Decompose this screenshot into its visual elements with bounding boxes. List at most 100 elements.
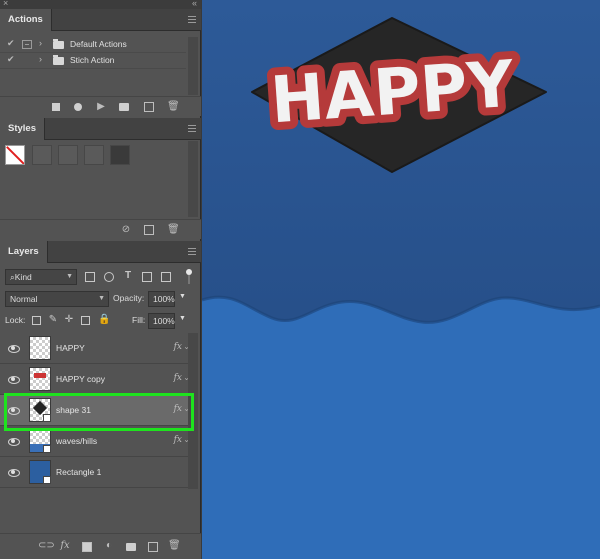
checkmark-icon[interactable]: ✔ xyxy=(7,54,15,65)
trash-icon[interactable]: 🗑 xyxy=(167,225,180,235)
action-set-label: Stich Action xyxy=(70,55,115,65)
visibility-eye-icon[interactable] xyxy=(7,342,20,354)
layer-thumbnail xyxy=(29,460,51,484)
collapse-icon[interactable]: « xyxy=(192,0,197,8)
link-icon[interactable]: ⊂⊃ xyxy=(38,541,55,551)
pixel-filter-icon[interactable] xyxy=(85,272,95,282)
hills-shape xyxy=(202,297,600,559)
dock-top-strip: × « xyxy=(0,0,201,9)
blend-row: Normal ▼ Opacity: 100% ▼ xyxy=(5,291,195,307)
fx-icon[interactable]: fx xyxy=(174,373,182,383)
tab-actions[interactable]: Actions xyxy=(0,9,52,31)
style-swatch[interactable] xyxy=(32,145,52,165)
filter-toggle[interactable] xyxy=(186,269,192,285)
tab-styles[interactable]: Styles xyxy=(0,118,45,140)
canvas-artwork: HAPPY HAPPY xyxy=(202,17,600,559)
actions-scrollbar[interactable] xyxy=(188,37,198,95)
styles-scrollbar[interactable] xyxy=(188,141,198,217)
expand-triangle-icon[interactable]: › xyxy=(39,38,42,48)
panel-menu-icon[interactable] xyxy=(188,16,196,24)
filter-kind-select[interactable]: ⌕Kind ▼ xyxy=(5,269,77,285)
trash-icon[interactable]: 🗑 xyxy=(167,102,180,112)
layers-list: HAPPY fx ⌄ HAPPY copy fx ⌄ shape 31 fx ⌄… xyxy=(0,333,190,489)
record-icon[interactable] xyxy=(74,103,82,111)
layer-row[interactable]: waves/hills fx ⌄ xyxy=(0,426,190,457)
chevron-down-icon: ▼ xyxy=(66,273,73,280)
action-set-row[interactable]: ✔ › Default Actions xyxy=(0,37,186,53)
shape-filter-icon[interactable] xyxy=(142,272,152,282)
adjustment-icon[interactable]: ◐ xyxy=(104,541,114,551)
folder-icon xyxy=(53,55,64,65)
layer-row[interactable]: HAPPY copy fx ⌄ xyxy=(0,364,190,395)
dialog-toggle-icon[interactable] xyxy=(22,40,32,49)
artboard-lock-icon[interactable] xyxy=(81,316,90,325)
layer-thumbnail xyxy=(29,367,51,391)
opacity-value: 100% xyxy=(153,294,175,304)
new-action-icon[interactable] xyxy=(144,102,154,112)
visibility-eye-icon[interactable] xyxy=(7,373,20,385)
layer-thumbnail xyxy=(29,336,51,360)
new-layer-icon[interactable] xyxy=(148,542,158,552)
lock-row: Lock: ✎ ✛ 🔒 Fill: 100% ▼ xyxy=(5,313,195,329)
blend-mode-value: Normal xyxy=(10,294,38,304)
tab-layers[interactable]: Layers xyxy=(0,241,48,263)
stop-icon[interactable] xyxy=(52,103,60,111)
lock-label: Lock: xyxy=(5,315,26,325)
style-swatch[interactable] xyxy=(58,145,78,165)
adjustment-filter-icon[interactable] xyxy=(104,272,114,282)
chevron-down-icon[interactable]: ▼ xyxy=(179,315,186,322)
layer-name: shape 31 xyxy=(56,405,91,415)
chevron-down-icon: ▼ xyxy=(98,295,105,302)
layers-footer: ⊂⊃ fx ◐ 🗑 xyxy=(0,533,201,559)
fill-label: Fill: xyxy=(132,315,146,325)
layer-row[interactable]: HAPPY fx ⌄ xyxy=(0,333,190,364)
type-filter-icon[interactable]: T xyxy=(123,271,133,281)
opacity-field[interactable]: 100% xyxy=(148,291,175,307)
visibility-eye-icon[interactable] xyxy=(7,466,20,478)
layer-row[interactable]: Rectangle 1 xyxy=(0,457,190,488)
fx-icon[interactable]: fx xyxy=(174,435,182,445)
mask-icon[interactable] xyxy=(82,542,92,552)
panel-menu-icon[interactable] xyxy=(188,125,196,133)
layer-name: HAPPY xyxy=(56,343,85,353)
layers-scrollbar[interactable] xyxy=(188,333,198,489)
actions-tabbar: Actions xyxy=(0,9,201,31)
visibility-eye-icon[interactable] xyxy=(7,435,20,447)
close-icon[interactable]: × xyxy=(3,0,8,8)
lock-transparency-icon[interactable] xyxy=(32,316,41,325)
trash-icon[interactable]: 🗑 xyxy=(168,541,181,551)
expand-triangle-icon[interactable]: › xyxy=(39,54,42,64)
group-folder-icon[interactable] xyxy=(126,543,136,551)
fx-icon[interactable]: fx xyxy=(174,404,182,414)
panel-menu-icon[interactable] xyxy=(188,248,196,256)
lock-position-icon[interactable]: ✛ xyxy=(64,315,74,325)
new-set-icon[interactable] xyxy=(119,103,129,111)
action-set-row[interactable]: ✔ › Stich Action xyxy=(0,53,186,69)
lock-all-icon[interactable]: 🔒 xyxy=(98,315,110,325)
lock-pixels-icon[interactable]: ✎ xyxy=(48,315,58,325)
style-swatch[interactable] xyxy=(84,145,104,165)
layer-thumbnail xyxy=(29,398,51,422)
fx-icon[interactable]: fx xyxy=(60,541,70,551)
smart-object-filter-icon[interactable] xyxy=(161,272,171,282)
styles-footer: ⊘ 🗑 xyxy=(0,219,201,239)
checkmark-icon[interactable]: ✔ xyxy=(7,38,15,49)
blend-mode-select[interactable]: Normal ▼ xyxy=(5,291,109,307)
opacity-label: Opacity: xyxy=(113,293,145,303)
layer-name: waves/hills xyxy=(56,436,98,446)
style-swatch-none[interactable] xyxy=(5,145,25,165)
chevron-down-icon[interactable]: ▼ xyxy=(179,293,186,300)
panels-dock: × « Actions ✔ › Default Actions ✔ › Stic… xyxy=(0,0,201,559)
document-canvas[interactable]: HAPPY HAPPY xyxy=(202,0,600,559)
visibility-eye-icon[interactable] xyxy=(7,404,20,416)
layer-row-selected[interactable]: shape 31 fx ⌄ xyxy=(0,395,190,426)
clear-style-icon[interactable]: ⊘ xyxy=(121,225,131,235)
fill-field[interactable]: 100% xyxy=(148,313,175,329)
folder-icon xyxy=(53,39,64,49)
play-icon[interactable]: ▶ xyxy=(96,102,106,112)
fx-icon[interactable]: fx xyxy=(174,342,182,352)
new-style-icon[interactable] xyxy=(144,225,154,235)
style-swatch[interactable] xyxy=(110,145,130,165)
fill-value: 100% xyxy=(153,316,175,326)
filter-kind-label: Kind xyxy=(14,272,32,282)
